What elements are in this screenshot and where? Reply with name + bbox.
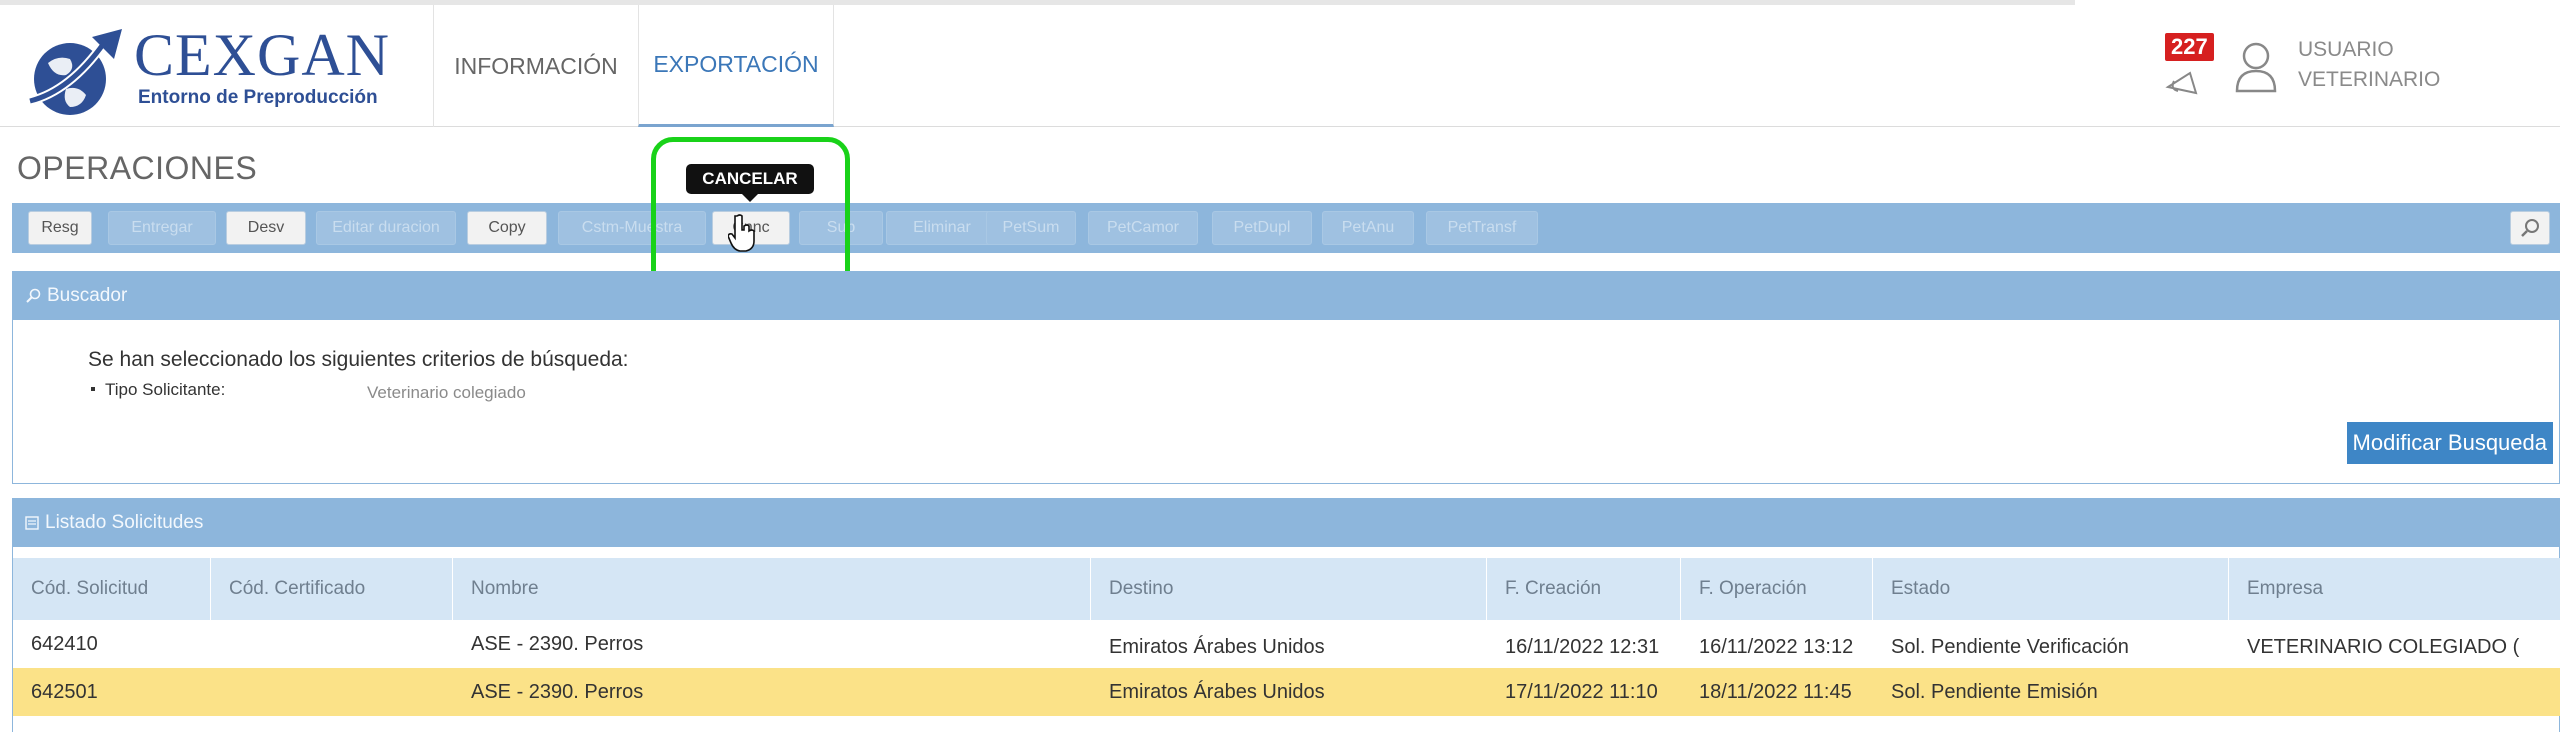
entregar-button[interactable]: Entregar [108,211,216,245]
cell-cod-certificado [211,620,453,668]
modificar-busqueda-button[interactable]: Modificar Busqueda [2346,422,2553,464]
col-f-creacion[interactable]: F. Creación [1487,558,1681,620]
buscador-header[interactable]: Buscador [13,272,2559,320]
notification-count-badge: 227 [2165,33,2214,61]
listado-panel: Listado Solicitudes Cód. Solicitud Cód. … [12,498,2560,732]
criteria-label: Tipo Solicitante: [105,380,226,399]
pettransf-button[interactable]: PetTransf [1426,211,1538,245]
col-estado[interactable]: Estado [1873,558,2229,620]
brand-title: CEXGAN [134,22,390,88]
tab-exportacion[interactable]: EXPORTACIÓN [638,5,834,127]
cell-empresa: VETERINARIO COLEGIADO ( [2247,635,2520,658]
criteria-item: Tipo Solicitante: [91,380,225,400]
col-cod-solicitud[interactable]: Cód. Solicitud [13,558,211,620]
cell-f-operacion: 16/11/2022 13:12 [1699,635,1854,658]
copy-button[interactable]: Copy [467,211,547,245]
petdupl-button[interactable]: PetDupl [1212,211,1312,245]
table-row-selected[interactable]: 642501 ASE - 2390. Perros Emiratos Árabe… [13,668,2560,716]
col-f-operacion[interactable]: F. Operación [1681,558,1873,620]
listado-header[interactable]: Listado Solicitudes [13,499,2559,547]
listado-title: Listado Solicitudes [45,512,204,533]
criteria-title: Se han seleccionado los siguientes crite… [88,348,629,371]
buscador-panel: Buscador Se han seleccionado los siguien… [12,271,2560,484]
cell-cod-solicitud: 642410 [31,632,98,655]
cell-destino: Emiratos Árabes Unidos [1109,680,1325,703]
petcamor-button[interactable]: PetCamor [1088,211,1198,245]
cell-nombre: ASE - 2390. Perros [471,680,644,703]
app-header: CEXGAN Entorno de Preproducción INFORMAC… [0,5,2560,127]
user-name[interactable]: USUARIO VETERINARIO [2298,35,2440,95]
criteria-value: Veterinario colegiado [367,383,526,402]
bullet-icon [91,387,95,392]
cancelar-tooltip: CANCELAR [686,164,814,202]
user-line-1: USUARIO [2298,38,2394,61]
brand-subtitle: Entorno de Preproducción [138,87,378,108]
desv-button[interactable]: Desv [226,211,306,245]
cell-cod-solicitud: 642501 [31,680,98,703]
hand-cursor-icon [728,214,755,252]
cell-destino: Emiratos Árabes Unidos [1109,635,1325,658]
col-destino[interactable]: Destino [1091,558,1487,620]
col-empresa[interactable]: Empresa [2229,558,2560,620]
user-icon[interactable] [2234,41,2278,93]
search-icon [2521,219,2539,237]
col-cod-certificado[interactable]: Cód. Certificado [211,558,453,620]
toolbar-search-button[interactable] [2510,211,2550,245]
search-icon [26,288,41,303]
operations-toolbar: Resg Entregar Desv Editar duracion Copy … [12,203,2560,253]
cell-f-creacion: 16/11/2022 12:31 [1505,635,1660,658]
buscador-title: Buscador [47,285,128,306]
table-header: Cód. Solicitud Cód. Certificado Nombre D… [13,558,2560,620]
table-row[interactable]: 642410 ASE - 2390. Perros Emiratos Árabe… [13,620,2560,668]
cell-empresa [2229,668,2535,716]
cell-f-operacion: 18/11/2022 11:45 [1699,680,1852,703]
eliminar-button[interactable]: Eliminar [886,211,998,245]
tab-informacion[interactable]: INFORMACIÓN [433,5,638,127]
resg-button[interactable]: Resg [28,211,92,245]
list-icon [25,516,39,530]
cell-f-creacion: 17/11/2022 11:10 [1505,680,1658,703]
cell-nombre: ASE - 2390. Perros [471,632,644,655]
cell-estado: Sol. Pendiente Verificación [1891,635,2129,658]
page-title: OPERACIONES [17,150,258,186]
cell-cod-certificado [211,668,453,716]
cexgan-logo[interactable]: CEXGAN Entorno de Preproducción [26,23,406,123]
globe-arrow-icon [28,29,122,115]
editar-duracion-button[interactable]: Editar duracion [316,211,456,245]
col-nombre[interactable]: Nombre [453,558,1091,620]
cell-estado: Sol. Pendiente Emisión [1891,680,2098,703]
user-line-2: VETERINARIO [2298,68,2441,91]
petsum-button[interactable]: PetSum [986,211,1076,245]
petanu-button[interactable]: PetAnu [1322,211,1414,245]
notifications-button[interactable]: 227 [2160,33,2230,95]
